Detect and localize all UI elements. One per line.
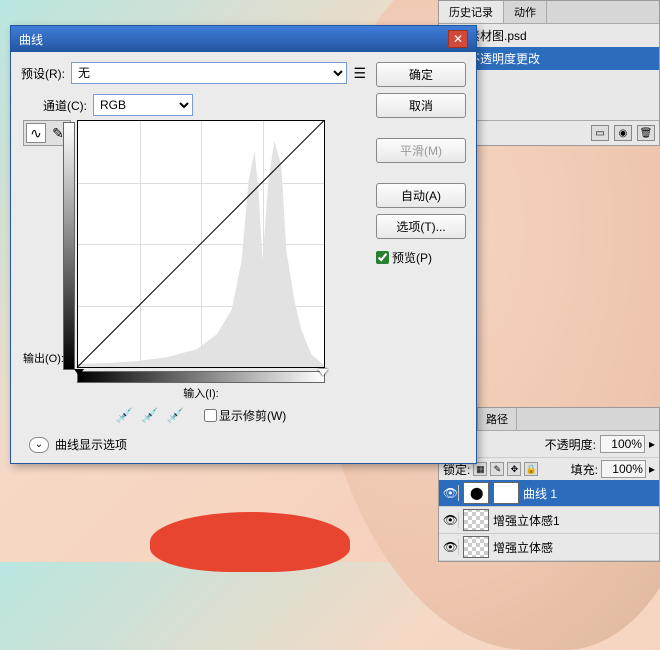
gray-eyedropper-icon[interactable]: 💉	[141, 407, 158, 424]
black-point-slider[interactable]	[74, 369, 84, 376]
preview-checkbox[interactable]	[376, 251, 389, 264]
lock-position-icon[interactable]: ✥	[507, 462, 521, 476]
horizontal-gradient	[77, 371, 325, 383]
new-snapshot-icon[interactable]: ◉	[614, 125, 632, 141]
layer-name: 曲线 1	[523, 485, 557, 502]
layer-thumb	[463, 509, 489, 531]
ok-button[interactable]: 确定	[376, 62, 466, 87]
white-eyedropper-icon[interactable]: 💉	[167, 407, 184, 424]
black-eyedropper-icon[interactable]: 💉	[116, 407, 133, 424]
opacity-input[interactable]: 100%	[600, 435, 645, 453]
input-label: 输入(I):	[77, 385, 325, 401]
tab-history[interactable]: 历史记录	[439, 1, 504, 23]
fill-flyout-icon[interactable]: ▸	[649, 462, 655, 476]
preset-select[interactable]: 无	[71, 62, 347, 84]
layer-row[interactable]: 👁 ⬤ 曲线 1	[439, 480, 659, 507]
visibility-icon[interactable]: 👁	[443, 485, 459, 501]
layer-name: 增强立体感	[493, 539, 553, 556]
channel-label: 通道(C):	[43, 97, 87, 114]
layer-adjustment-thumb: ⬤	[463, 482, 489, 504]
show-clipping-checkbox[interactable]	[204, 409, 217, 422]
layer-row[interactable]: 👁 增强立体感1	[439, 507, 659, 534]
preset-label: 预设(R):	[21, 65, 65, 82]
layer-name: 增强立体感1	[493, 512, 560, 529]
curve-point-tool-icon[interactable]: ∿	[26, 123, 46, 143]
layer-mask-thumb	[493, 482, 519, 504]
preview-label: 预览(P)	[392, 249, 432, 266]
layer-thumb	[463, 536, 489, 558]
show-clipping-label: 显示修剪(W)	[219, 407, 286, 424]
layer-row[interactable]: 👁 增强立体感	[439, 534, 659, 561]
tab-paths[interactable]: 路径	[478, 408, 517, 430]
tab-actions[interactable]: 动作	[504, 1, 547, 23]
visibility-icon[interactable]: 👁	[443, 512, 459, 528]
smooth-button[interactable]: 平滑(M)	[376, 138, 466, 163]
lock-pixels-icon[interactable]: ✎	[490, 462, 504, 476]
visibility-icon[interactable]: 👁	[443, 539, 459, 555]
expand-options-icon[interactable]: ⌄	[29, 437, 49, 453]
lock-all-icon[interactable]: 🔒	[524, 462, 538, 476]
fill-label: 填充:	[571, 461, 598, 478]
opacity-label: 不透明度:	[545, 436, 596, 453]
opacity-flyout-icon[interactable]: ▸	[649, 437, 655, 451]
display-options-label: 曲线显示选项	[55, 436, 127, 453]
curves-dialog: 曲线 ✕ 预设(R): 无 ☰ 通道(C): RGB ∿ ✎ 输出(O):	[10, 25, 477, 464]
auto-button[interactable]: 自动(A)	[376, 183, 466, 208]
new-document-icon[interactable]: ▭	[591, 125, 609, 141]
dialog-titlebar[interactable]: 曲线 ✕	[11, 26, 476, 52]
channel-select[interactable]: RGB	[93, 94, 193, 116]
dialog-title: 曲线	[19, 31, 43, 48]
options-button[interactable]: 选项(T)...	[376, 214, 466, 239]
vertical-gradient	[63, 122, 75, 370]
white-point-slider[interactable]	[318, 369, 328, 376]
curves-graph[interactable]	[77, 120, 325, 368]
lock-transparency-icon[interactable]: ▦	[473, 462, 487, 476]
fill-input[interactable]: 100%	[601, 460, 646, 478]
delete-icon[interactable]: 🗑	[637, 125, 655, 141]
close-button[interactable]: ✕	[448, 30, 468, 48]
cancel-button[interactable]: 取消	[376, 93, 466, 118]
preset-menu-icon[interactable]: ☰	[353, 65, 366, 82]
